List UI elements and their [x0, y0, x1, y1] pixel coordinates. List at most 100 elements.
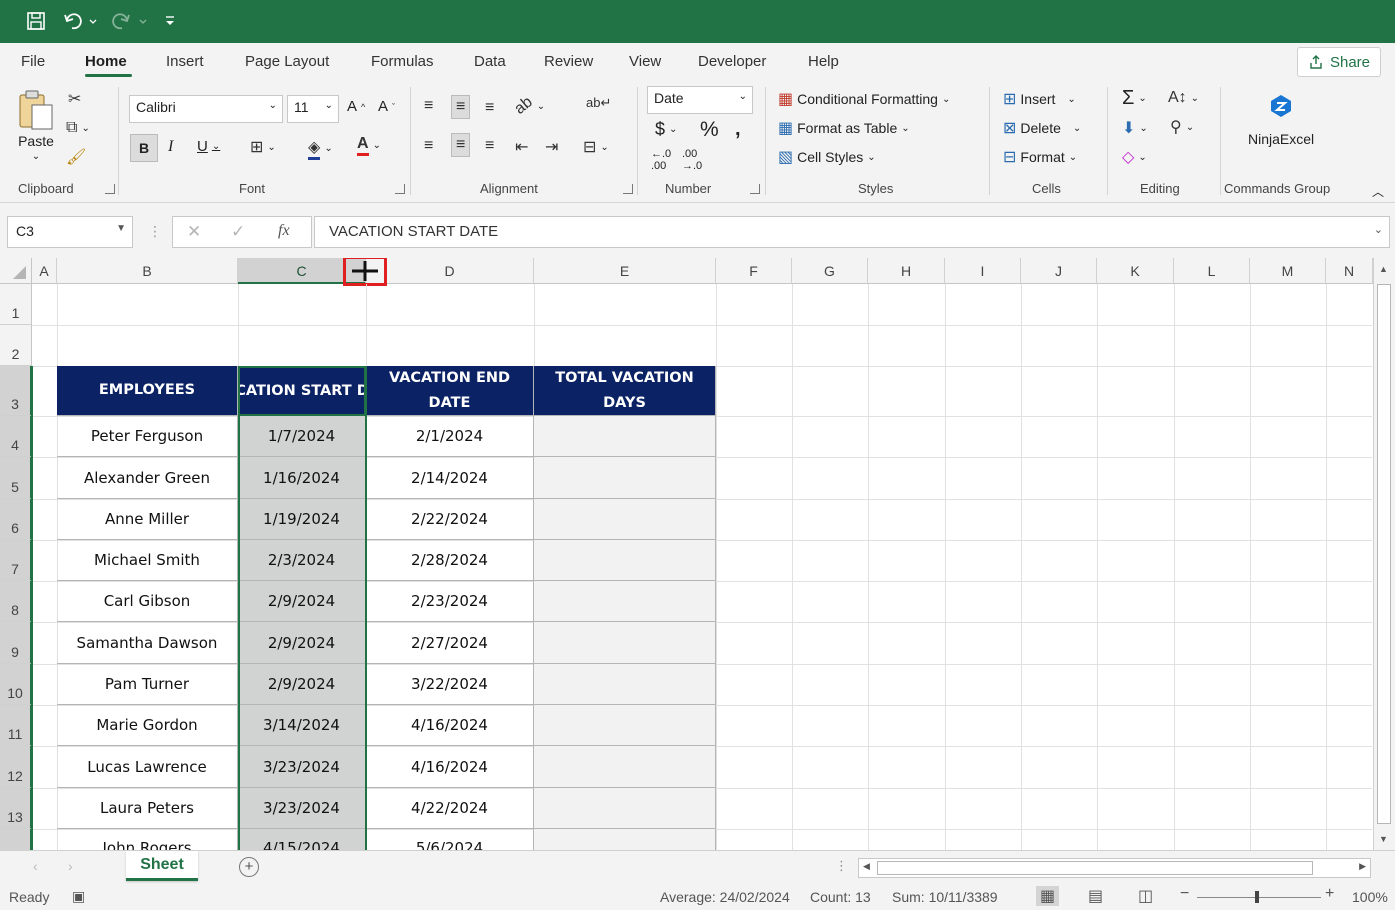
enter-icon[interactable]: ✓: [231, 222, 245, 242]
total-days-cell[interactable]: [534, 829, 716, 850]
undo-icon[interactable]: [60, 9, 100, 33]
currency-icon[interactable]: $ ⌄: [655, 119, 677, 140]
row-header-2[interactable]: 2: [0, 325, 32, 366]
total-days-cell[interactable]: [534, 705, 716, 746]
increase-indent-icon[interactable]: ⇥: [545, 137, 558, 157]
tab-formulas[interactable]: Formulas: [371, 53, 434, 70]
end-date-cell[interactable]: 2/14/2024: [366, 457, 534, 499]
alignment-launcher-icon[interactable]: [623, 184, 633, 194]
employee-cell[interactable]: Lucas Lawrence: [57, 746, 238, 788]
row-header-4[interactable]: 4: [0, 416, 32, 457]
prev-sheet-icon[interactable]: ‹: [33, 858, 38, 874]
header-total-vacation-days[interactable]: TOTAL VACATION DAYS: [534, 366, 716, 416]
vertical-scrollbar[interactable]: ▲ ▼: [1373, 258, 1395, 850]
cell-styles-button[interactable]: ▧ Cell Styles ⌄: [778, 147, 876, 167]
row-header-14[interactable]: [0, 829, 32, 850]
start-date-cell[interactable]: 2/9/2024: [238, 664, 366, 705]
next-sheet-icon[interactable]: ›: [68, 858, 73, 874]
employee-cell[interactable]: Samantha Dawson: [57, 622, 238, 664]
number-launcher-icon[interactable]: [750, 184, 760, 194]
sort-filter-icon[interactable]: A↕ ⌄: [1168, 89, 1199, 107]
formula-input[interactable]: VACATION START DATE ⌄: [314, 216, 1390, 248]
total-days-cell[interactable]: [534, 499, 716, 540]
column-header-a[interactable]: A: [32, 258, 57, 284]
tab-view[interactable]: View: [629, 53, 661, 70]
total-days-cell[interactable]: [534, 788, 716, 829]
align-right-icon[interactable]: ≡: [485, 137, 494, 155]
split-handle-icon[interactable]: ⋮: [835, 858, 848, 874]
font-name-select[interactable]: Calibri ⌄: [129, 95, 283, 123]
save-icon[interactable]: [24, 9, 48, 33]
row-header-3[interactable]: 3: [0, 366, 32, 416]
column-header-h[interactable]: H: [868, 258, 945, 284]
font-color-icon[interactable]: A ⌄: [357, 135, 381, 156]
underline-button[interactable]: U ⌄: [197, 138, 220, 155]
page-layout-view-icon[interactable]: ▤: [1088, 886, 1103, 906]
end-date-cell[interactable]: 2/1/2024: [366, 416, 534, 457]
zoom-level[interactable]: 100%: [1352, 889, 1388, 905]
fill-icon[interactable]: ⬇ ⌄: [1122, 118, 1148, 138]
total-days-cell[interactable]: [534, 622, 716, 664]
delete-cells-button[interactable]: ⊠ Delete ⌄: [1003, 118, 1081, 138]
column-header-j[interactable]: J: [1021, 258, 1097, 284]
row-header-12[interactable]: 12: [0, 746, 32, 788]
tab-data[interactable]: Data: [474, 53, 506, 70]
name-box[interactable]: C3 ▼: [7, 216, 133, 248]
tab-home[interactable]: Home: [85, 53, 127, 70]
zoom-out-icon[interactable]: −: [1180, 885, 1189, 903]
clear-icon[interactable]: ◇ ⌄: [1122, 147, 1147, 167]
row-header-6[interactable]: 6: [0, 499, 32, 540]
total-days-cell[interactable]: [534, 746, 716, 788]
row-header-5[interactable]: 5: [0, 457, 32, 499]
count-status[interactable]: Count: 13: [810, 889, 871, 905]
collapse-ribbon-icon[interactable]: ︿: [1372, 183, 1384, 200]
row-header-8[interactable]: 8: [0, 581, 32, 622]
shrink-font-icon[interactable]: Aˇ: [378, 98, 395, 115]
start-date-cell[interactable]: 3/23/2024: [238, 746, 366, 788]
percent-icon[interactable]: %: [700, 118, 719, 142]
header-vacation-start[interactable]: CATION START D: [238, 366, 366, 416]
align-top-icon[interactable]: ≡: [424, 97, 433, 115]
employee-cell[interactable]: Alexander Green: [57, 457, 238, 499]
column-header-l[interactable]: L: [1174, 258, 1250, 284]
column-header-n[interactable]: N: [1326, 258, 1373, 284]
end-date-cell[interactable]: 4/16/2024: [366, 705, 534, 746]
sum-status[interactable]: Sum: 10/11/3389: [892, 889, 998, 905]
employee-cell[interactable]: Marie Gordon: [57, 705, 238, 746]
end-date-cell[interactable]: 5/6/2024: [366, 829, 534, 850]
decrease-indent-icon[interactable]: ⇤: [515, 137, 528, 157]
insert-function-icon[interactable]: fx: [278, 222, 290, 240]
employee-cell[interactable]: Michael Smith: [57, 540, 238, 581]
number-format-select[interactable]: Date ⌄: [647, 86, 753, 114]
start-date-cell[interactable]: 1/19/2024: [238, 499, 366, 540]
total-days-cell[interactable]: [534, 581, 716, 622]
column-header-d[interactable]: D: [366, 258, 534, 284]
find-select-icon[interactable]: ⚲ ⌄: [1170, 117, 1194, 137]
row-header-7[interactable]: 7: [0, 540, 32, 581]
font-size-select[interactable]: 11 ⌄: [287, 95, 339, 123]
format-cells-button[interactable]: ⊟ Format ⌄: [1003, 147, 1077, 167]
employee-cell[interactable]: Anne Miller: [57, 499, 238, 540]
fill-color-icon[interactable]: ◈ ⌄: [308, 137, 333, 160]
total-days-cell[interactable]: [534, 457, 716, 499]
decrease-decimal-icon[interactable]: .00 →.0: [682, 148, 702, 172]
select-all-button[interactable]: [0, 258, 32, 284]
end-date-cell[interactable]: 2/27/2024: [366, 622, 534, 664]
bold-button[interactable]: B: [130, 134, 158, 162]
comma-style-icon[interactable]: ,: [735, 118, 741, 141]
start-date-cell[interactable]: 1/16/2024: [238, 457, 366, 499]
start-date-cell[interactable]: 4/15/2024: [238, 829, 366, 850]
tab-review[interactable]: Review: [544, 53, 593, 70]
total-days-cell[interactable]: [534, 540, 716, 581]
increase-decimal-icon[interactable]: ←.0.00: [651, 148, 671, 172]
zoom-slider[interactable]: [1197, 891, 1321, 903]
start-date-cell[interactable]: 2/9/2024: [238, 581, 366, 622]
add-sheet-icon[interactable]: +: [239, 857, 259, 877]
merge-center-icon[interactable]: ⊟ ⌄: [583, 137, 609, 157]
end-date-cell[interactable]: 4/22/2024: [366, 788, 534, 829]
end-date-cell[interactable]: 4/16/2024: [366, 746, 534, 788]
vertical-scroll-thumb[interactable]: [1377, 284, 1391, 824]
page-break-view-icon[interactable]: ◫: [1138, 886, 1153, 906]
normal-view-icon[interactable]: ▦: [1036, 886, 1060, 906]
column-header-i[interactable]: I: [945, 258, 1021, 284]
